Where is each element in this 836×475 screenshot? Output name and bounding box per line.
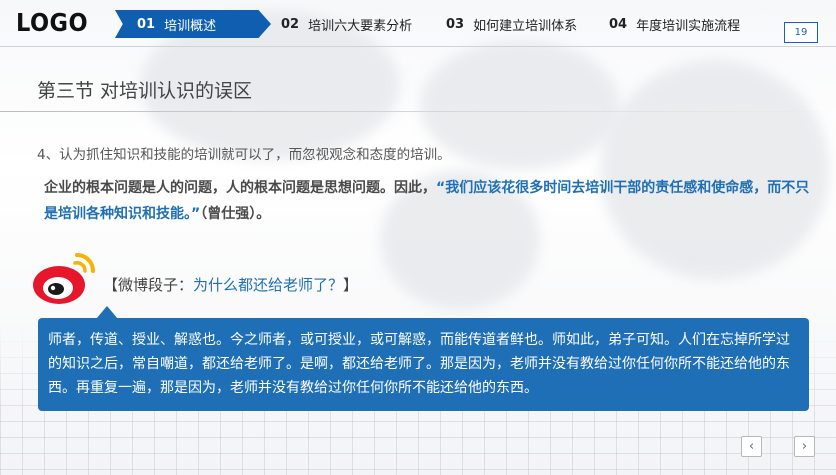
quote-attribution: （曾仕强）。 — [200, 206, 271, 222]
nav-tab-annual-process[interactable]: 04 年度培训实施流程 — [609, 10, 740, 38]
nav-label: 年度培训实施流程 — [636, 18, 741, 34]
title-divider — [0, 111, 836, 112]
header: LOGO 01 培训概述 02 培训六大要素分析 03 如何建立培训体系 04 … — [0, 0, 836, 50]
nav-tab-six-elements[interactable]: 02 培训六大要素分析 — [281, 10, 412, 38]
point-text: 4、认为抓住知识和技能的培训就可以了，而忽视观念和态度的培训。 — [37, 147, 451, 163]
weibo-question: 为什么都还给老师了？ — [193, 276, 344, 294]
nav-tab-build-system[interactable]: 03 如何建立培训体系 — [446, 10, 577, 38]
weibo-bracket-close: 】 — [343, 276, 359, 294]
nav-number: 04 — [609, 16, 628, 32]
chevron-right-icon[interactable]: › — [794, 436, 815, 457]
quote-lead: 企业的根本问题是人的问题，人的根本问题是思想问题。因此， — [44, 180, 436, 196]
weibo-icon — [33, 253, 95, 304]
nav-number: 03 — [446, 16, 465, 32]
nav-label: 培训概述 — [164, 18, 217, 34]
callout-box: 师者，传道、授业、解惑也。今之师者，或可授业，或可解惑，而能传道者鲜也。师如此，… — [38, 306, 809, 411]
section-title: 第三节 对培训认识的误区 — [37, 80, 253, 102]
nav-tab-overview[interactable]: 01 培训概述 — [115, 10, 271, 38]
callout-text: 师者，传道、授业、解惑也。今之师者，或可授业，或可解惑，而能传道者鲜也。师如此，… — [48, 332, 790, 396]
weibo-title: 【微博段子：为什么都还给老师了？】 — [103, 274, 358, 295]
header-divider — [0, 46, 836, 47]
nav-number: 01 — [137, 16, 156, 32]
page-number-badge: 19 — [784, 22, 818, 43]
nav-number: 02 — [281, 16, 300, 32]
nav-label: 培训六大要素分析 — [308, 18, 413, 34]
logo: LOGO — [16, 8, 89, 37]
weibo-bracket-open: 【微博段子： — [103, 276, 194, 294]
quote-paragraph: 企业的根本问题是人的问题，人的根本问题是思想问题。因此，“我们应该花很多时间去培… — [44, 175, 814, 227]
chevron-left-icon[interactable]: ‹ — [741, 436, 762, 457]
nav-label: 如何建立培训体系 — [473, 18, 578, 34]
